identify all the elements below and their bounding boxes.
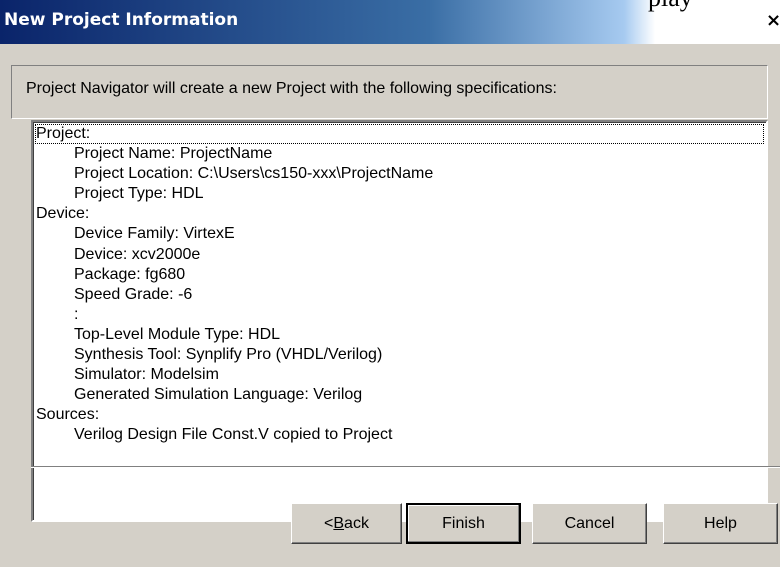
help-button[interactable]: Help [663,503,778,544]
spec-item: Device Family: VirtexE [74,225,235,243]
spec-section-heading: Device: [36,205,90,223]
dialog-body: Project Navigator will create a new Proj… [0,44,780,567]
spec-item: Project Type: HDL [74,185,204,203]
window-title: New Project Information [4,10,239,30]
specifications-lines: Project: Project Name: ProjectName Project… [36,124,433,446]
background-document-text: play [648,0,693,13]
back-button[interactable]: < Back [291,503,402,544]
back-button-rest: ack [344,514,369,532]
finish-button[interactable]: Finish [406,503,521,544]
help-button-label: Help [704,514,737,532]
separator-line [31,466,780,468]
title-bar[interactable]: New Project Information play × [0,0,780,44]
spec-item: Verilog Design File Const.V copied to Pr… [74,426,393,444]
cancel-button[interactable]: Cancel [532,503,647,544]
spec-item: Top-Level Module Type: HDL [74,325,281,343]
spec-section-heading: Sources: [36,406,100,424]
spec-item: : [74,305,79,323]
close-icon[interactable]: × [766,12,780,30]
spec-item: Simulator: Modelsim [74,366,219,384]
specifications-list[interactable]: Project: Project Name: ProjectName Project… [31,120,768,522]
finish-button-label: Finish [442,514,485,532]
header-panel: Project Navigator will create a new Proj… [11,65,768,119]
spec-item: Project Location: C:\Users\cs150-xxx\Pro… [74,165,434,183]
spec-section-heading: Project: [36,125,91,142]
spec-item: Project Name: ProjectName [74,145,273,163]
back-button-mnemonic: B [333,514,345,532]
spec-item: Generated Simulation Language: Verilog [74,386,363,404]
spec-item: Synthesis Tool: Synplify Pro (VHDL/Veril… [74,346,383,364]
spec-item: Package: fg680 [74,265,186,283]
cancel-button-label: Cancel [564,514,615,532]
spec-item: Speed Grade: -6 [74,285,193,303]
header-message: Project Navigator will create a new Proj… [26,80,557,97]
spec-item: Device: xcv2000e [74,245,201,263]
back-button-prefix: < [324,514,334,532]
